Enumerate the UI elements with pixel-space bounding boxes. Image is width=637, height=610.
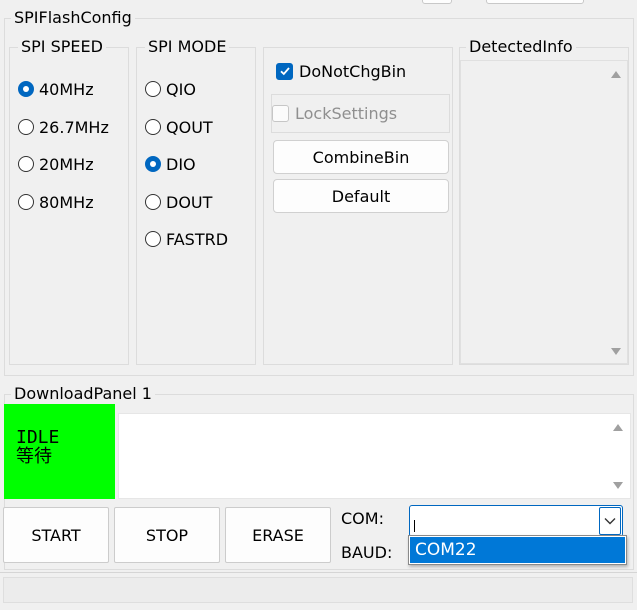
radio-label: QIO bbox=[166, 79, 196, 99]
checkbox-indicator[interactable] bbox=[272, 104, 289, 122]
combine-bin-button[interactable]: CombineBin bbox=[273, 140, 449, 174]
default-button[interactable]: Default bbox=[273, 179, 449, 213]
com-dropdown-option[interactable]: COM22 bbox=[410, 537, 625, 563]
chevron-down-icon bbox=[604, 518, 616, 525]
com-label: COM: bbox=[341, 509, 384, 528]
download-status-box: IDLE 等待 bbox=[4, 404, 115, 499]
radio-indicator[interactable] bbox=[145, 194, 161, 210]
detected-info-title: DetectedInfo bbox=[466, 38, 576, 56]
download-log-textarea[interactable] bbox=[118, 413, 631, 499]
scroll-up-arrow-icon[interactable] bbox=[613, 424, 623, 431]
scroll-up-arrow-icon[interactable] bbox=[611, 71, 621, 78]
radio-indicator[interactable] bbox=[18, 81, 34, 97]
checkmark-icon bbox=[279, 67, 290, 76]
radio-indicator[interactable] bbox=[145, 156, 161, 172]
radio-label: 26.7MHz bbox=[39, 117, 109, 137]
checkbox-indicator[interactable] bbox=[276, 62, 293, 80]
stop-button[interactable]: STOP bbox=[114, 507, 220, 563]
radio-indicator[interactable] bbox=[145, 81, 161, 97]
radio-indicator[interactable] bbox=[18, 119, 34, 135]
status-bar bbox=[0, 572, 637, 610]
combo-dropdown-button[interactable] bbox=[599, 507, 621, 535]
status-text-zh: 等待 bbox=[16, 446, 52, 467]
start-button[interactable]: START bbox=[3, 507, 109, 563]
radio-indicator[interactable] bbox=[145, 231, 161, 247]
erase-button[interactable]: ERASE bbox=[225, 507, 331, 563]
download-panel-title: DownloadPanel 1 bbox=[11, 385, 155, 403]
radio-label: DOUT bbox=[166, 192, 213, 212]
radio-label: 20MHz bbox=[39, 154, 94, 174]
com-port-combobox[interactable] bbox=[409, 505, 623, 537]
text-caret bbox=[414, 520, 415, 532]
radio-label: DIO bbox=[166, 154, 196, 174]
checkbox-label: LockSettings bbox=[295, 103, 398, 123]
radio-speed-40mhz[interactable]: 40MHz bbox=[18, 78, 94, 100]
radio-speed-20mhz[interactable]: 20MHz bbox=[18, 153, 94, 175]
radio-mode-dout[interactable]: DOUT bbox=[145, 191, 212, 213]
top-control-partial-wide[interactable] bbox=[486, 0, 584, 4]
radio-mode-fastrd[interactable]: FASTRD bbox=[145, 228, 228, 250]
spi-speed-title: SPI SPEED bbox=[18, 38, 106, 56]
scroll-down-arrow-icon[interactable] bbox=[613, 482, 623, 489]
radio-indicator[interactable] bbox=[145, 119, 161, 135]
radio-speed-80mhz[interactable]: 80MHz bbox=[18, 191, 94, 213]
radio-label: QOUT bbox=[166, 117, 213, 137]
spi-mode-title: SPI MODE bbox=[145, 38, 230, 56]
detected-info-textarea[interactable] bbox=[460, 60, 628, 364]
scroll-down-arrow-icon[interactable] bbox=[611, 348, 621, 355]
radio-label: 40MHz bbox=[39, 79, 94, 99]
radio-mode-dio[interactable]: DIO bbox=[145, 153, 196, 175]
radio-speed-26-7mhz[interactable]: 26.7MHz bbox=[18, 116, 109, 138]
radio-indicator[interactable] bbox=[18, 194, 34, 210]
top-control-partial[interactable] bbox=[422, 0, 452, 4]
status-bar-panel bbox=[3, 577, 633, 603]
radio-label: 80MHz bbox=[39, 192, 94, 212]
checkbox-lock-settings[interactable]: LockSettings bbox=[272, 102, 397, 124]
com-dropdown-list: COM22 bbox=[408, 535, 627, 565]
radio-mode-qout[interactable]: QOUT bbox=[145, 116, 213, 138]
status-text-en: IDLE bbox=[16, 427, 60, 448]
radio-mode-qio[interactable]: QIO bbox=[145, 78, 196, 100]
spi-flash-config-title: SPIFlashConfig bbox=[11, 9, 135, 27]
checkbox-label: DoNotChgBin bbox=[299, 61, 407, 81]
baud-label: BAUD: bbox=[341, 543, 393, 562]
radio-indicator[interactable] bbox=[18, 156, 34, 172]
radio-label: FASTRD bbox=[166, 229, 229, 249]
checkbox-do-not-chg-bin[interactable]: DoNotChgBin bbox=[276, 60, 406, 82]
